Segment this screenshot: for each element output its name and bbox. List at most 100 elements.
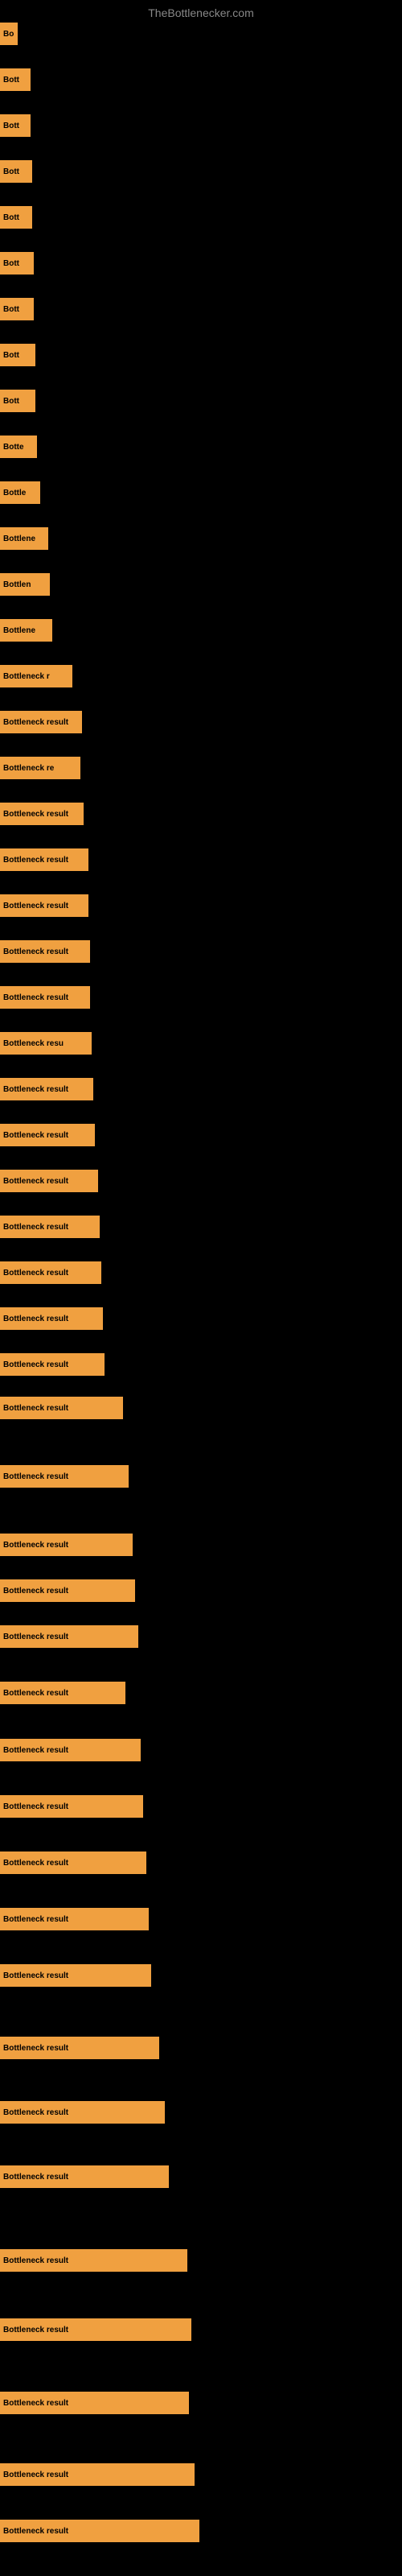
bar-label: Bottleneck resu (3, 1039, 64, 1048)
bar: Bott (0, 68, 31, 91)
bar-label: Bottleneck r (3, 672, 50, 681)
bar-row: Bottleneck result (0, 1353, 105, 1376)
bar-label: Bottleneck result (3, 1472, 68, 1481)
bar-row: Bott (0, 114, 31, 137)
bar: Bottle (0, 481, 40, 504)
bar-label: Bottleneck result (3, 1177, 68, 1186)
bar: Bott (0, 298, 34, 320)
bar-label: Bottleneck result (3, 810, 68, 819)
bar-row: Bottleneck result (0, 1307, 103, 1330)
bar: Bottleneck result (0, 1739, 141, 1761)
bar-label: Bottleneck result (3, 2044, 68, 2053)
bar: Bottleneck result (0, 1908, 149, 1930)
bar-label: Bottleneck re (3, 764, 54, 773)
bar-row: Bottleneck result (0, 711, 82, 733)
bar-row: Bottleneck result (0, 1216, 100, 1238)
bar-label: Bottleneck result (3, 1085, 68, 1094)
bar-row: Bottleneck result (0, 986, 90, 1009)
bar-label: Bottleneck result (3, 2256, 68, 2265)
bar: Bottleneck re (0, 757, 80, 779)
bar-label: Bottleneck result (3, 1360, 68, 1369)
bar-row: Bottleneck result (0, 1852, 146, 1874)
bar-row: Bottleneck resu (0, 1032, 92, 1055)
bar-label: Bottleneck result (3, 1859, 68, 1868)
bar-label: Bottleneck result (3, 1587, 68, 1596)
bar: Bottleneck result (0, 1465, 129, 1488)
bar: Bottleneck result (0, 1307, 103, 1330)
bar-label: Bott (3, 305, 19, 314)
bar-label: Bottleneck result (3, 1131, 68, 1140)
bar: Bottlen (0, 573, 50, 596)
bar: Bottleneck result (0, 1170, 98, 1192)
bar-label: Bott (3, 397, 19, 406)
bar-label: Bottleneck result (3, 718, 68, 727)
bar-label: Bott (3, 351, 19, 360)
bar-label: Bottleneck result (3, 1633, 68, 1641)
bar: Bottleneck result (0, 1261, 101, 1284)
bar: Bottleneck result (0, 2165, 169, 2188)
bar-row: Bottleneck result (0, 848, 88, 871)
bar: Bott (0, 160, 32, 183)
bar-row: Bottlene (0, 527, 48, 550)
bar-row: Bottleneck result (0, 1397, 123, 1419)
bar-row: Bottleneck result (0, 940, 90, 963)
bar-row: Bottlene (0, 619, 52, 642)
bar-label: Bottleneck result (3, 1802, 68, 1811)
bar: Bottleneck result (0, 711, 82, 733)
bar-label: Bottleneck result (3, 993, 68, 1002)
bar-label: Bottleneck result (3, 1689, 68, 1698)
bar-row: Bottleneck result (0, 803, 84, 825)
bar: Bottleneck result (0, 848, 88, 871)
bar-label: Bottleneck result (3, 1971, 68, 1980)
bar: Bottleneck result (0, 1078, 93, 1100)
bar: Bottleneck r (0, 665, 72, 687)
bar-label: Bottleneck result (3, 2471, 68, 2479)
bar-label: Botte (3, 443, 24, 452)
bar-row: Bottleneck result (0, 1795, 143, 1818)
bar: Bottleneck result (0, 1625, 138, 1648)
bar-label: Bottleneck result (3, 1746, 68, 1755)
bar: Bottleneck result (0, 1534, 133, 1556)
bar-row: Bottleneck result (0, 2463, 195, 2486)
bar-label: Bottleneck result (3, 902, 68, 910)
bar: Bottleneck result (0, 1124, 95, 1146)
bar: Bott (0, 206, 32, 229)
bar-row: Bottleneck result (0, 1579, 135, 1602)
bar-label: Bo (3, 30, 14, 39)
bar-label: Bottleneck result (3, 2108, 68, 2117)
bar: Bottleneck result (0, 2101, 165, 2124)
bar-row: Bottleneck result (0, 894, 88, 917)
bar: Bottleneck result (0, 1579, 135, 1602)
bar-row: Bottleneck result (0, 2520, 199, 2542)
bar: Bottleneck result (0, 1795, 143, 1818)
bar: Botte (0, 436, 37, 458)
bar-row: Bottleneck result (0, 2249, 187, 2272)
bar-label: Bottlene (3, 626, 35, 635)
site-title: TheBottlenecker.com (0, 0, 402, 23)
bar: Bottleneck result (0, 894, 88, 917)
bar-label: Bottleneck result (3, 1541, 68, 1550)
bar-row: Bottleneck result (0, 1908, 149, 1930)
bar-row: Bott (0, 298, 34, 320)
bar-label: Bottleneck result (3, 2173, 68, 2182)
bar: Bottleneck result (0, 2520, 199, 2542)
bar-row: Bottle (0, 481, 40, 504)
bar-row: Bottleneck result (0, 1078, 93, 1100)
bar-label: Bottleneck result (3, 1269, 68, 1278)
bar-row: Bottleneck result (0, 2101, 165, 2124)
bar-label: Bottleneck result (3, 1915, 68, 1924)
bar-label: Bott (3, 167, 19, 176)
bar-label: Bottleneck result (3, 2399, 68, 2408)
bar-label: Bottleneck result (3, 2326, 68, 2334)
bar: Bott (0, 114, 31, 137)
bar: Bottleneck result (0, 803, 84, 825)
bar-row: Bottlen (0, 573, 50, 596)
bar: Bottleneck result (0, 2318, 191, 2341)
bar: Bottleneck result (0, 1397, 123, 1419)
bar-label: Bottlen (3, 580, 31, 589)
bar-row: Bottleneck re (0, 757, 80, 779)
bar: Bott (0, 390, 35, 412)
bar: Bott (0, 252, 34, 275)
bar-row: Bottleneck result (0, 2392, 189, 2414)
bar: Bottleneck result (0, 2463, 195, 2486)
